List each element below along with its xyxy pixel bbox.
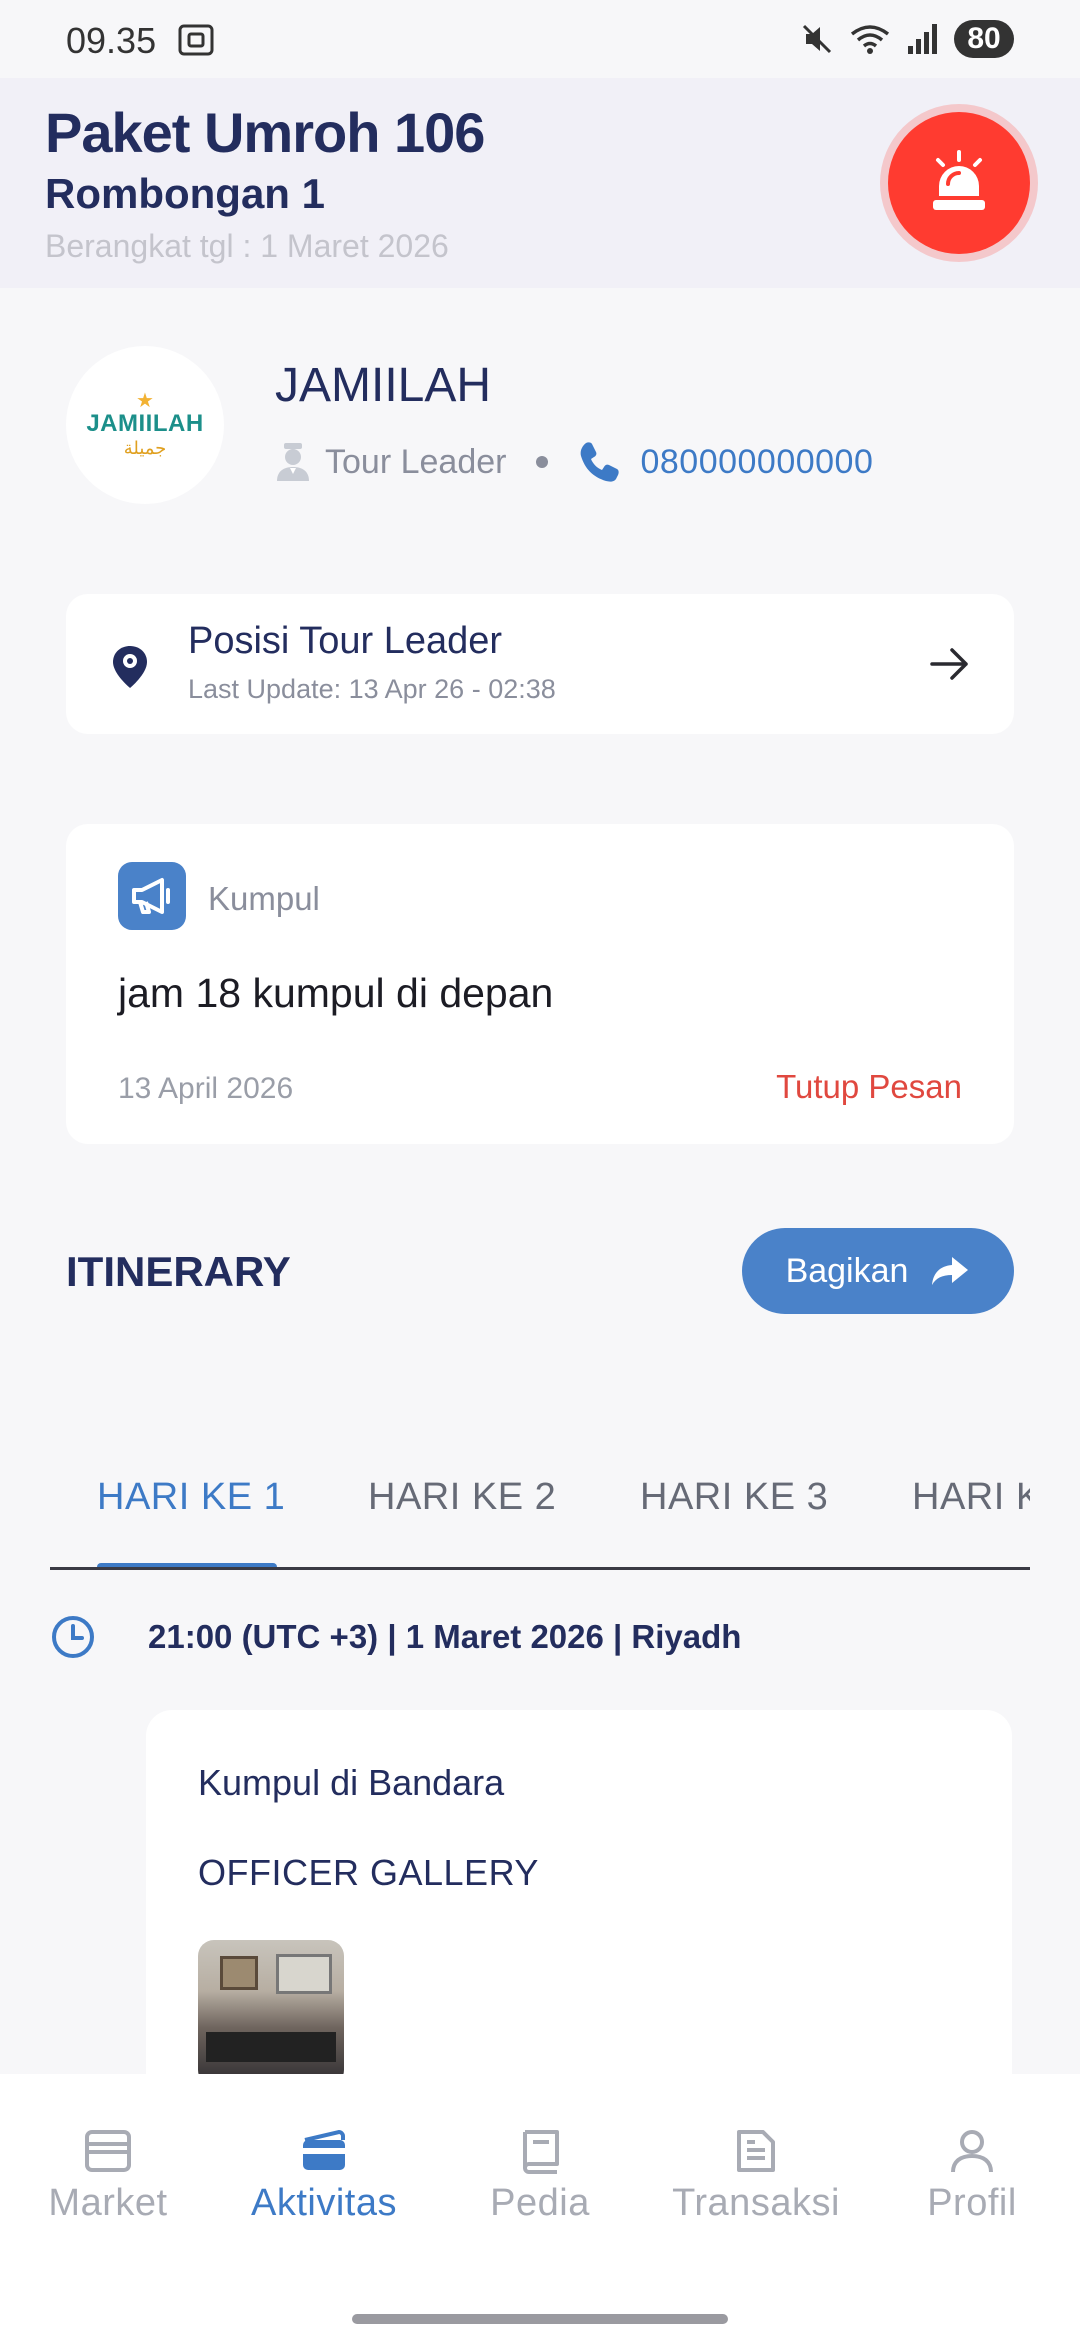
megaphone-icon	[118, 862, 186, 930]
share-arrow-icon	[932, 1257, 969, 1285]
activity-card[interactable]: Kumpul di Bandara OFFICER GALLERY	[146, 1710, 1012, 2130]
book-icon	[523, 2130, 559, 2174]
separator-dot	[536, 456, 549, 468]
departure-date: Berangkat tgl : 1 Maret 2026	[45, 228, 449, 264]
share-button-label: Bagikan	[785, 1251, 909, 1290]
agent-phone-link[interactable]: 080000000000	[640, 443, 873, 482]
nav-transaksi-label: Transaksi	[672, 2182, 840, 2224]
nav-transaksi[interactable]: Transaksi	[648, 2128, 864, 2225]
tab-day-3[interactable]: HARI KE 3	[640, 1476, 828, 1519]
battery-indicator: 80	[954, 20, 1014, 58]
activity-place: OFFICER GALLERY	[198, 1852, 539, 1893]
siren-alarm-icon	[933, 150, 985, 210]
arrow-right-icon[interactable]	[928, 642, 972, 686]
tab-day-1[interactable]: HARI KE 1	[97, 1476, 285, 1519]
signal-icon	[908, 24, 937, 54]
nav-pedia-label: Pedia	[490, 2182, 590, 2224]
position-title: Posisi Tour Leader	[188, 620, 503, 662]
share-button[interactable]: Bagikan	[742, 1228, 1014, 1314]
logo-arabic-text: جميلة	[123, 438, 167, 458]
agent-meta: Tour Leader 080000000000	[275, 440, 873, 484]
announcement-category: Kumpul	[208, 880, 320, 917]
nav-aktivitas-label: Aktivitas	[251, 2182, 397, 2224]
wallet-icon	[303, 2129, 345, 2170]
sos-button[interactable]	[888, 112, 1030, 254]
itinerary-title: ITINERARY	[66, 1248, 291, 1295]
day-tabs: HARI KE 1 HARI KE 2 HARI KE 3 HARI KE 4	[50, 1462, 1030, 1570]
active-tab-indicator	[97, 1563, 277, 1567]
announcement-card: Kumpul jam 18 kumpul di depan 13 April 2…	[66, 824, 1014, 1144]
nav-market[interactable]: Market	[0, 2128, 216, 2225]
agent-logo: ★ JAMIILAH جميلة	[66, 346, 224, 504]
tour-leader-position-card[interactable]: Posisi Tour Leader Last Update: 13 Apr 2…	[66, 594, 1014, 734]
logo-text: JAMIILAH	[86, 410, 204, 437]
nav-pedia[interactable]: Pedia	[432, 2128, 648, 2225]
close-message-button[interactable]: Tutup Pesan	[776, 1068, 962, 1106]
status-bar: 09.35 80	[0, 0, 1080, 78]
tab-day-4[interactable]: HARI KE 4	[912, 1476, 1030, 1519]
status-icons: 80	[800, 20, 1014, 58]
tab-day-2[interactable]: HARI KE 2	[368, 1476, 556, 1519]
logo-star-icon: ★	[136, 390, 154, 412]
agent-role: Tour Leader	[325, 442, 507, 481]
phone-icon[interactable]	[578, 440, 622, 484]
document-icon	[737, 2130, 775, 2172]
wifi-icon	[850, 25, 890, 54]
nav-profil-label: Profil	[927, 2182, 1017, 2224]
status-time: 09.35	[66, 20, 157, 61]
group-name: Rombongan 1	[45, 170, 325, 217]
agent-name: JAMIILAH	[275, 359, 492, 412]
nav-profil[interactable]: Profil	[864, 2128, 1080, 2225]
itinerary-time-text: 21:00 (UTC +3) | 1 Maret 2026 | Riyadh	[148, 1618, 742, 1655]
package-title: Paket Umroh 106	[45, 101, 485, 164]
home-indicator[interactable]	[352, 2314, 728, 2324]
user-icon	[951, 2130, 993, 2173]
location-pin-icon	[113, 646, 147, 688]
clock-icon	[52, 1616, 94, 1658]
bottom-navigation: Market Aktivitas Pedia Transaksi Profil	[0, 2074, 1080, 2340]
nav-aktivitas[interactable]: Aktivitas	[216, 2128, 432, 2225]
nav-market-label: Market	[48, 2182, 168, 2224]
store-icon	[85, 2130, 131, 2172]
mute-icon	[802, 24, 832, 54]
announcement-text: jam 18 kumpul di depan	[118, 970, 554, 1016]
position-last-update: Last Update: 13 Apr 26 - 02:38	[188, 674, 556, 704]
tour-leader-icon	[277, 443, 309, 481]
activity-photo[interactable]	[198, 1940, 344, 2086]
screenshot-icon	[178, 24, 214, 56]
itinerary-time-row: 21:00 (UTC +3) | 1 Maret 2026 | Riyadh	[50, 1614, 741, 1660]
activity-title: Kumpul di Bandara	[198, 1762, 505, 1803]
announcement-date: 13 April 2026	[118, 1072, 294, 1105]
